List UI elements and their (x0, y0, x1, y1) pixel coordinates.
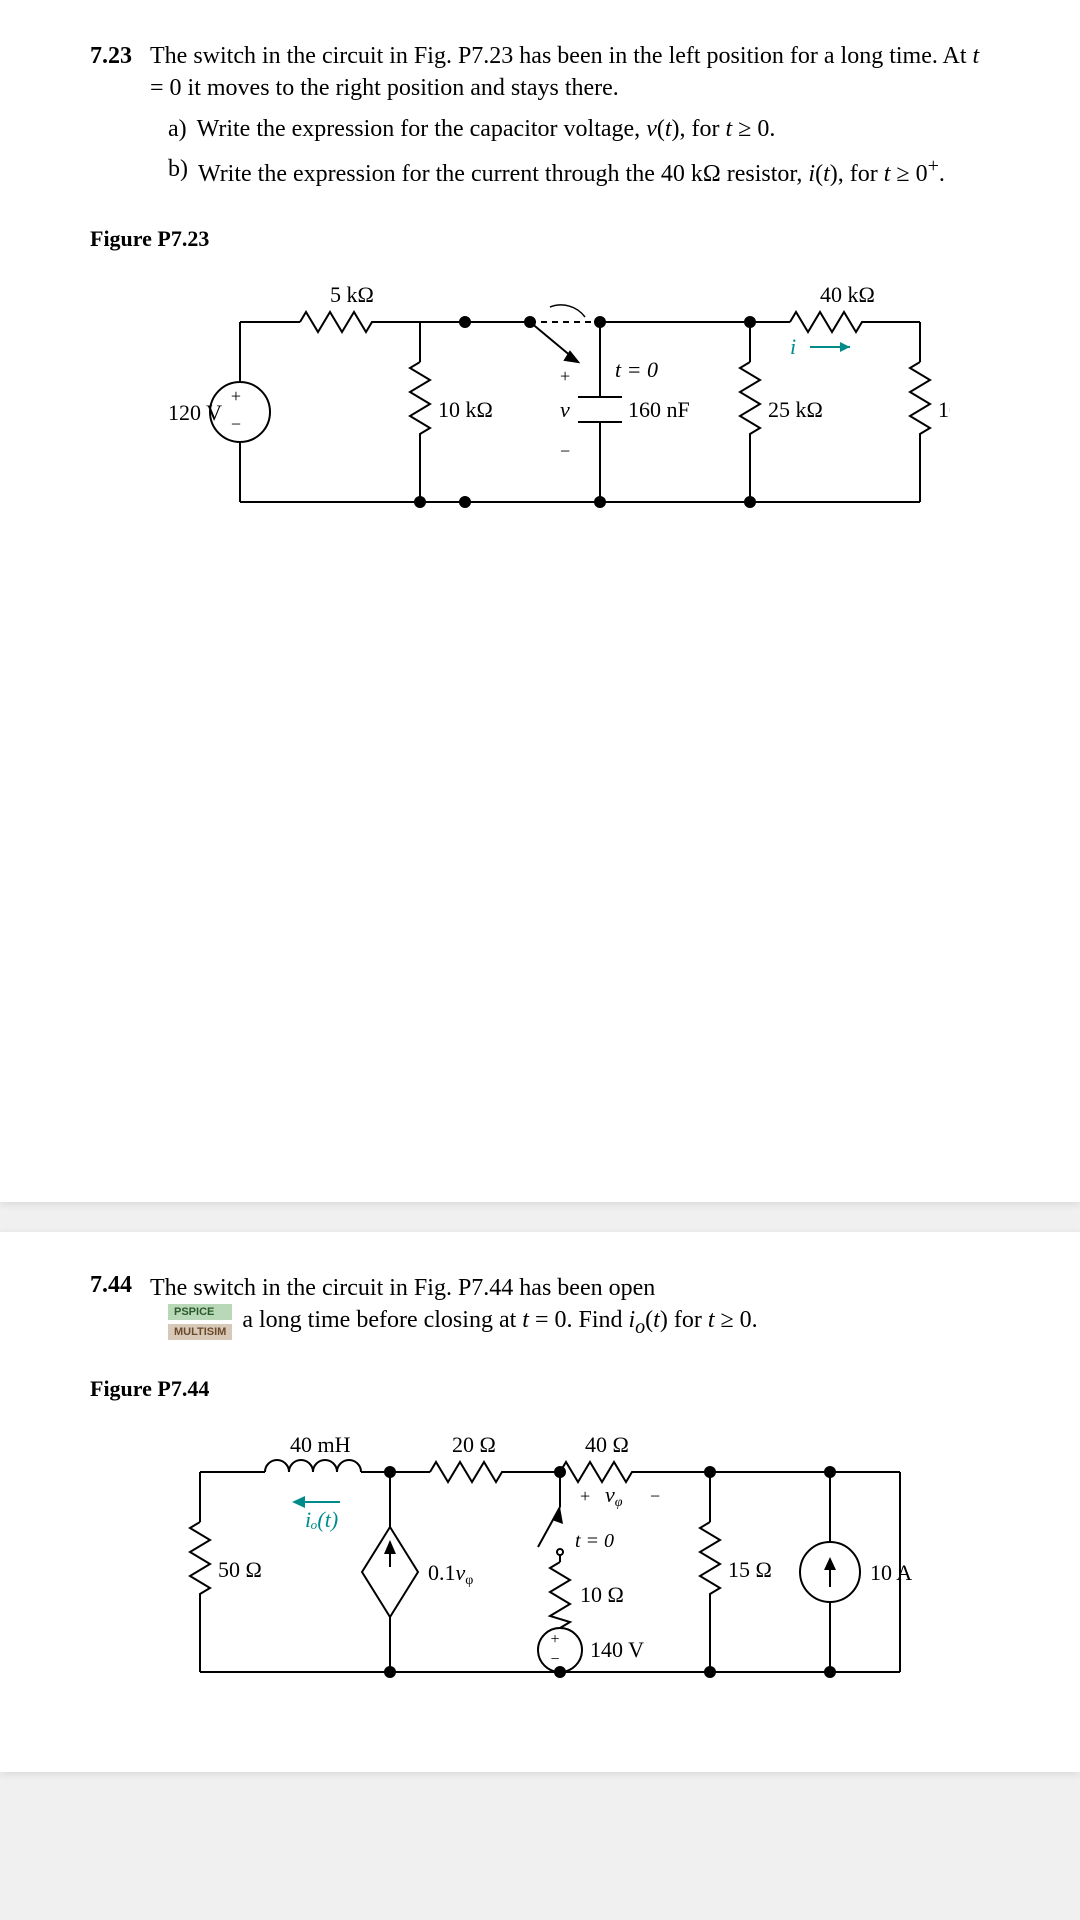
r10k-right-label: 10 kΩ (938, 397, 950, 422)
problem-intro: The switch in the circuit in Fig. P7.23 … (150, 40, 990, 105)
problem-7-44-header: 7.44 The switch in the circuit in Fig. P… (90, 1272, 990, 1304)
prob744-line1: The switch in the circuit in Fig. P7.44 … (150, 1272, 990, 1304)
part-a-text: Write the expression for the capacitor v… (197, 113, 776, 145)
r25k-label: 25 kΩ (768, 397, 823, 422)
vsrc-minus: − (231, 414, 241, 434)
r20-label: 20 Ω (452, 1432, 496, 1457)
vphi-label: vφ (605, 1482, 623, 1510)
prob744-row2: PSPICE MULTISIM a long time before closi… (90, 1304, 990, 1341)
i-label: i (790, 334, 796, 359)
depsrc-label: 0.1vφ (428, 1560, 473, 1588)
v140-plus: + (550, 1631, 559, 1648)
r40-label: 40 Ω (585, 1432, 629, 1457)
figure-label-7-23: Figure P7.23 (90, 226, 990, 252)
circuit-7-44: 40 mH iₒ(t) 50 Ω 0.1vφ 20 Ω 40 Ω + vφ − … (130, 1412, 950, 1712)
cap-label: 160 nF (628, 397, 690, 422)
part-a-letter: a) (168, 113, 187, 145)
part-b: b) Write the expression for the current … (168, 153, 990, 190)
part-b-text: Write the expression for the current thr… (198, 153, 945, 190)
problem-number-744: 7.44 (90, 1272, 132, 1299)
io-label: iₒ(t) (305, 1507, 338, 1532)
r10-label: 10 Ω (580, 1582, 624, 1607)
vsrc-label: 120 V (168, 400, 222, 425)
vphi-plus: + (580, 1486, 590, 1506)
prob744-line2: a long time before closing at t = 0. Fin… (242, 1304, 757, 1341)
cap-minus: − (560, 441, 570, 461)
vsrc140-label: 140 V (590, 1637, 644, 1662)
cap-v-label: v (560, 397, 570, 422)
vsrc-plus: + (231, 386, 241, 406)
t0-label: t = 0 (615, 357, 658, 382)
part-b-letter: b) (168, 153, 188, 190)
t0-744: t = 0 (575, 1530, 614, 1552)
r5k-label: 5 kΩ (330, 282, 374, 307)
cap-plus: + (560, 366, 570, 386)
figure-label-7-44: Figure P7.44 (90, 1376, 990, 1402)
r10k-left-label: 10 kΩ (438, 397, 493, 422)
vphi-minus: − (650, 1486, 660, 1506)
badge-column: PSPICE MULTISIM (168, 1304, 232, 1340)
badge-multisim: MULTISIM (168, 1324, 232, 1340)
l40mh-label: 40 mH (290, 1432, 351, 1457)
problem-7-23-header: 7.23 The switch in the circuit in Fig. P… (90, 40, 990, 105)
part-a: a) Write the expression for the capacito… (168, 113, 990, 145)
page-problem-7-44: 7.44 The switch in the circuit in Fig. P… (0, 1232, 1080, 1772)
isrc10-label: 10 A (870, 1560, 912, 1585)
r40k-label: 40 kΩ (820, 282, 875, 307)
v140-minus: − (550, 1651, 559, 1668)
r50-label: 50 Ω (218, 1557, 262, 1582)
page-problem-7-23: 7.23 The switch in the circuit in Fig. P… (0, 0, 1080, 1202)
circuit-7-23: 5 kΩ 40 kΩ 120 V + − 10 kΩ t = 0 + v − 1… (130, 262, 950, 542)
badge-pspice: PSPICE (168, 1304, 232, 1320)
problem-number: 7.23 (90, 43, 132, 70)
r15-label: 15 Ω (728, 1557, 772, 1582)
